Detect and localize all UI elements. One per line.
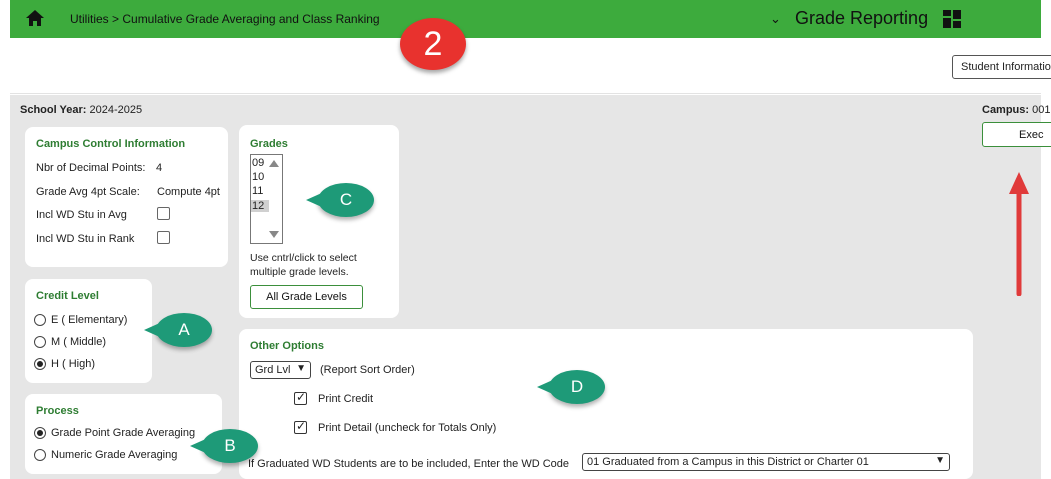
module-title[interactable]: Grade Reporting: [795, 8, 928, 29]
process-title: Process: [36, 405, 79, 417]
other-options-title: Other Options: [250, 340, 324, 352]
step-badge: 2: [400, 18, 466, 70]
credit-elementary-label: E ( Elementary): [51, 314, 128, 326]
grade-option-selected[interactable]: 12: [251, 200, 269, 212]
report-sort-label: (Report Sort Order): [320, 364, 415, 376]
incl-wd-avg-label: Incl WD Stu in Avg: [36, 209, 127, 221]
callout-b: B: [190, 429, 258, 463]
school-year-value: 2024-2025: [89, 104, 143, 116]
breadcrumb[interactable]: Utilities > Cumulative Grade Averaging a…: [70, 12, 380, 26]
gpa-scale-value: Compute 4pt: [157, 186, 220, 198]
credit-middle-label: M ( Middle): [51, 336, 107, 348]
report-sort-value: Grd Lvl: [255, 364, 291, 376]
all-grade-levels-button[interactable]: All Grade Levels: [250, 285, 363, 309]
execute-button[interactable]: Exec: [982, 122, 1051, 147]
grade-option[interactable]: 09: [251, 157, 269, 169]
scroll-up-icon[interactable]: [269, 160, 279, 167]
incl-wd-rank-label: Incl WD Stu in Rank: [36, 233, 135, 245]
campus-value: 001: [1032, 104, 1051, 116]
campus: Campus: 001: [982, 104, 1050, 116]
credit-high-label: H ( High): [51, 358, 96, 370]
grade-point-averaging-label: Grade Point Grade Averaging: [51, 427, 196, 439]
wd-code-label: If Graduated WD Students are to be inclu…: [248, 458, 570, 470]
school-year: School Year: 2024-2025: [20, 104, 142, 116]
callout-a: A: [144, 313, 212, 347]
print-detail-label: Print Detail (uncheck for Totals Only): [318, 422, 497, 434]
decimal-points-label: Nbr of Decimal Points:: [36, 162, 146, 174]
home-icon[interactable]: [25, 9, 45, 27]
chevron-down-icon: ▼: [296, 363, 306, 374]
wd-code-value: 01 Graduated from a Campus in this Distr…: [587, 456, 869, 468]
grade-option[interactable]: 10: [251, 171, 269, 183]
callout-d: D: [537, 370, 605, 404]
print-detail-checkbox[interactable]: [294, 419, 307, 434]
gpa-scale-label: Grade Avg 4pt Scale:: [36, 186, 140, 198]
dashboard-grid-icon[interactable]: [943, 10, 961, 28]
grades-title: Grades: [250, 138, 288, 150]
wd-code-select[interactable]: 01 Graduated from a Campus in this Distr…: [582, 453, 950, 471]
chevron-down-icon[interactable]: ⌄: [770, 11, 781, 27]
campus-control-title: Campus Control Information: [36, 138, 186, 150]
credit-middle-radio[interactable]: [34, 336, 46, 348]
chevron-down-icon: ▼: [935, 455, 945, 466]
school-year-label: School Year:: [20, 104, 87, 116]
numeric-averaging-radio[interactable]: [34, 449, 46, 461]
scroll-down-icon[interactable]: [269, 231, 279, 238]
incl-wd-rank-checkbox[interactable]: [157, 231, 170, 244]
student-information-button[interactable]: Student Informatio: [952, 55, 1051, 79]
report-sort-select[interactable]: Grd Lvl ▼: [250, 361, 311, 379]
campus-label: Campus:: [982, 104, 1030, 116]
grade-level-listbox[interactable]: 09 10 11 12: [250, 154, 283, 244]
callout-c: C: [306, 183, 374, 217]
print-credit-label: Print Credit: [318, 393, 374, 405]
print-credit-checkbox[interactable]: [294, 390, 307, 405]
grades-hint-line1: Use cntrl/click to select: [250, 252, 357, 264]
grade-option[interactable]: 11: [251, 185, 269, 197]
grade-point-averaging-radio[interactable]: [34, 427, 46, 439]
top-nav-bar: Utilities > Cumulative Grade Averaging a…: [10, 0, 1041, 38]
grades-hint-line2: multiple grade levels.: [250, 266, 349, 278]
numeric-averaging-label: Numeric Grade Averaging: [51, 449, 178, 461]
toolbar-area: [10, 38, 1041, 94]
incl-wd-avg-checkbox[interactable]: [157, 207, 170, 220]
credit-level-title: Credit Level: [36, 290, 99, 302]
credit-high-radio[interactable]: [34, 358, 46, 370]
decimal-points-value: 4: [156, 162, 163, 174]
credit-elementary-radio[interactable]: [34, 314, 46, 326]
red-arrow-annotation: [1009, 172, 1029, 296]
